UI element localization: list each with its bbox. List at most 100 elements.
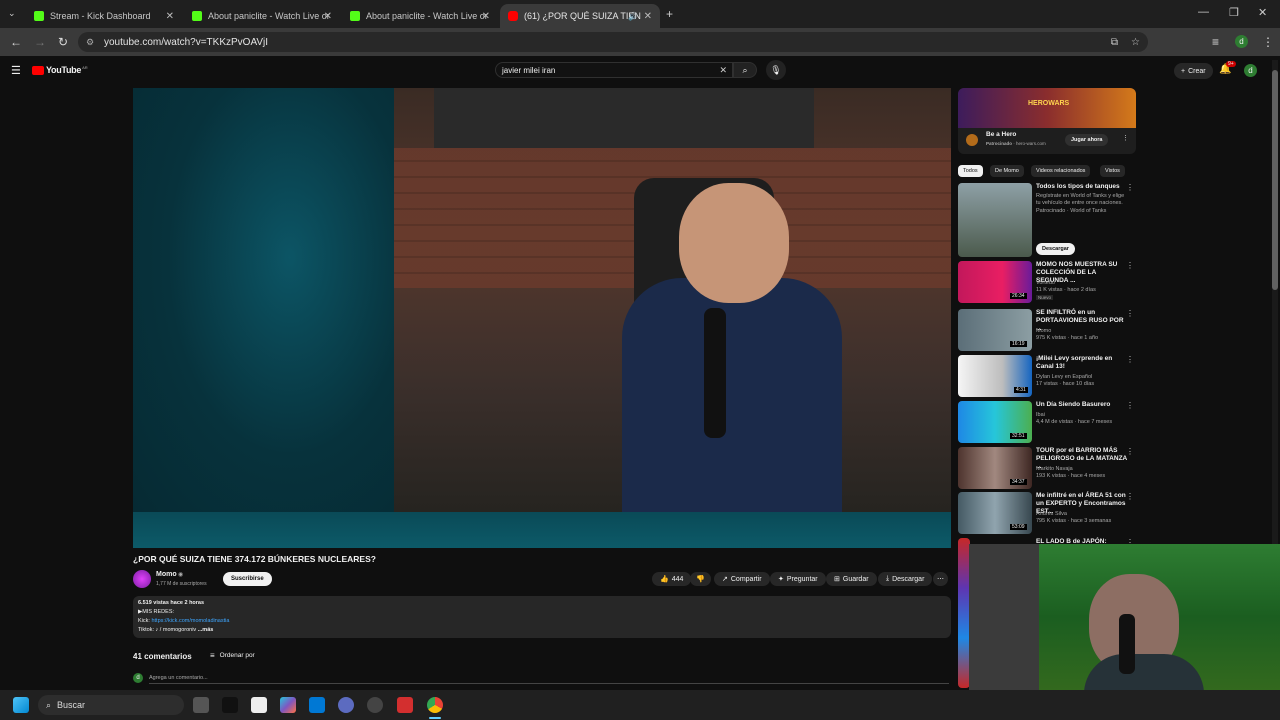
ask-button[interactable]: ✦ Preguntar — [770, 572, 826, 586]
minimize-icon[interactable]: — — [1198, 6, 1209, 18]
ad-cta-button[interactable]: Jugar ahora — [1065, 134, 1109, 146]
speaker-icon[interactable]: 🔊 — [628, 12, 638, 21]
bookmark-icon: ⊞ — [834, 576, 840, 583]
search-input[interactable]: javier milei iran ✕ — [495, 62, 733, 78]
sidebar-video-item[interactable]: 26:34 MOMO NOS MUESTRA SU COLECCIÓN DE L… — [958, 261, 1136, 305]
sidebar-video-item[interactable]: 32:51 Un Día Siendo Basurero Ibai 4,4 M … — [958, 401, 1136, 445]
tiktok-app-icon[interactable] — [222, 697, 238, 713]
sidebar-video-item[interactable]: 53:09 Me infiltré en el ÁREA 51 con un E… — [958, 492, 1136, 536]
tab-youtube-active[interactable]: (61) ¿POR QUÉ SUIZA TIEN 🔊 ✕ — [500, 4, 660, 28]
channel-name: Markito Navaja — [1036, 466, 1073, 472]
kick-link[interactable]: https://kick.com/momoladinastia — [151, 618, 229, 624]
close-tab-icon[interactable]: ✕ — [644, 11, 652, 22]
profile-avatar[interactable]: d — [1235, 35, 1248, 48]
chip-related[interactable]: Videos relacionados — [1031, 165, 1091, 177]
tab-search-icon[interactable]: ⌄ — [8, 8, 16, 19]
show-more-link[interactable]: ...más — [198, 627, 214, 633]
duration-badge: 4:31 — [1014, 387, 1028, 393]
video-title: ¿POR QUÉ SUIZA TIENE 374.172 BÚNKERES NU… — [133, 554, 376, 564]
task-view-icon[interactable] — [193, 697, 209, 713]
close-tab-icon[interactable]: ✕ — [166, 11, 174, 22]
video-meta: 17 vistas · hace 10 días — [1036, 381, 1095, 387]
kebab-icon[interactable]: ⋮ — [1126, 183, 1134, 192]
download-ad-button[interactable]: Descargar — [1036, 243, 1075, 255]
description-box[interactable]: 6.519 vistas hace 2 horas ▶MIS REDES: Ki… — [133, 596, 951, 638]
video-title: Un Día Siendo Basurero — [1036, 401, 1111, 408]
store-icon[interactable] — [309, 697, 325, 713]
video-title: ¡Milei Levy sorprende en Canal 13! — [1036, 355, 1113, 370]
new-badge: Nuevo — [1036, 295, 1054, 300]
like-button[interactable]: 👍 444 — [652, 572, 692, 586]
chrome-icon[interactable] — [427, 697, 443, 713]
close-tab-icon[interactable]: ✕ — [482, 11, 490, 22]
sidebar-video-item[interactable]: 34:37 TOUR por el BARRIO MÁS PELIGROSO d… — [958, 447, 1136, 491]
chip-watched[interactable]: Vistos — [1100, 165, 1125, 177]
kick-icon — [350, 11, 360, 21]
search-icon: ⌕ — [46, 699, 52, 710]
kebab-icon[interactable]: ⋮ — [1126, 309, 1134, 318]
ask-label: Preguntar — [786, 575, 818, 583]
tiktok-handle[interactable]: ♪ / momogoroniv — [156, 627, 197, 633]
tab-paniclite-2[interactable]: About paniclite - Watch Live or ✕ — [342, 4, 498, 28]
kebab-icon[interactable]: ⋮ — [1126, 447, 1134, 456]
extensions-icon[interactable]: ≡ — [1212, 35, 1219, 49]
kebab-icon[interactable]: ⋮ — [1126, 492, 1134, 501]
search-button[interactable]: ⌕ — [733, 62, 757, 78]
ad-card[interactable]: HEROWARS Be a Hero Patrocinado · hero-wa… — [958, 88, 1136, 154]
copilot-icon[interactable] — [280, 697, 296, 713]
download-button[interactable]: ⤓ Descargar — [878, 572, 933, 586]
amd-icon[interactable] — [397, 697, 413, 713]
stream-overlay-background — [133, 88, 394, 512]
forward-icon[interactable]: → — [34, 35, 46, 49]
add-comment-input[interactable]: Agrega un comentario... — [149, 675, 949, 684]
clear-search-icon[interactable]: ✕ — [719, 65, 727, 76]
video-player[interactable] — [133, 88, 951, 548]
kebab-icon[interactable]: ⋮ — [1126, 261, 1134, 270]
sidebar-video-item[interactable]: 16:19 SE INFILTRÓ en un PORTAAVIONES RUS… — [958, 309, 1136, 353]
account-avatar[interactable]: d — [1244, 64, 1257, 77]
taskbar-search[interactable]: ⌕ Buscar — [38, 695, 184, 715]
back-icon[interactable]: ← — [10, 35, 22, 49]
address-bar[interactable]: ⚙ youtube.com/watch?v=TKKzPvOAVjI ⧉ ☆ — [78, 32, 1148, 52]
sidebar-video-item[interactable]: 4:31 ¡Milei Levy sorprende en Canal 13! … — [958, 355, 1136, 399]
close-window-icon[interactable]: ✕ — [1258, 6, 1267, 19]
kebab-icon[interactable]: ⋮ — [1126, 401, 1134, 410]
tab-paniclite-1[interactable]: About paniclite - Watch Live or ✕ — [184, 4, 340, 28]
chip-de-momo[interactable]: De Momo — [990, 165, 1024, 177]
close-tab-icon[interactable]: ✕ — [324, 11, 332, 22]
browser-toolbar: ← → ↻ ⚙ youtube.com/watch?v=TKKzPvOAVjI … — [0, 28, 1280, 56]
menu-kebab-icon[interactable]: ⋮ — [1262, 35, 1274, 49]
reload-icon[interactable]: ↻ — [58, 35, 68, 49]
person-head — [679, 183, 789, 303]
maximize-icon[interactable]: ❐ — [1229, 6, 1239, 19]
hamburger-menu-icon[interactable]: ☰ — [11, 64, 21, 77]
more-actions-button[interactable]: ⋯ — [933, 572, 948, 586]
windows-start-icon[interactable] — [13, 697, 29, 713]
kebab-icon[interactable]: ⋮ — [1126, 355, 1134, 364]
install-icon[interactable]: ⧉ — [1111, 37, 1118, 48]
channel-name[interactable]: Momo — [156, 571, 177, 578]
chip-all[interactable]: Todos — [958, 165, 983, 177]
share-button[interactable]: ↗ Compartir — [714, 572, 770, 586]
thumbs-down-icon: 👎 — [696, 576, 705, 583]
subscribe-button[interactable]: Suscribirse — [223, 572, 272, 586]
settings-gear-icon[interactable] — [338, 697, 354, 713]
bookmark-star-icon[interactable]: ☆ — [1131, 37, 1140, 48]
taskbar-search-label: Buscar — [57, 700, 86, 710]
channel-avatar[interactable] — [133, 570, 151, 588]
sidebar-ad-item[interactable]: Todos los tipos de tanques Regístrate en… — [958, 183, 1136, 259]
youtube-logo[interactable]: YouTube AR — [32, 65, 88, 75]
voice-search-icon[interactable]: 🎙 — [766, 60, 786, 80]
streamer-body — [1084, 654, 1204, 690]
save-button[interactable]: ⊞ Guardar — [826, 572, 877, 586]
file-icon[interactable] — [251, 697, 267, 713]
dislike-button[interactable]: 👎 — [690, 572, 711, 586]
obs-icon[interactable] — [367, 697, 383, 713]
site-info-icon[interactable]: ⚙ — [86, 37, 94, 48]
sort-button[interactable]: ≡ Ordenar por — [210, 651, 255, 660]
scrollbar-thumb[interactable] — [1272, 70, 1278, 290]
tab-kick-dashboard[interactable]: Stream - Kick Dashboard ✕ — [26, 4, 182, 28]
create-button[interactable]: + Crear — [1174, 63, 1213, 79]
ad-kebab-icon[interactable]: ⋮ — [1122, 134, 1129, 142]
new-tab-button[interactable]: + — [666, 7, 673, 21]
